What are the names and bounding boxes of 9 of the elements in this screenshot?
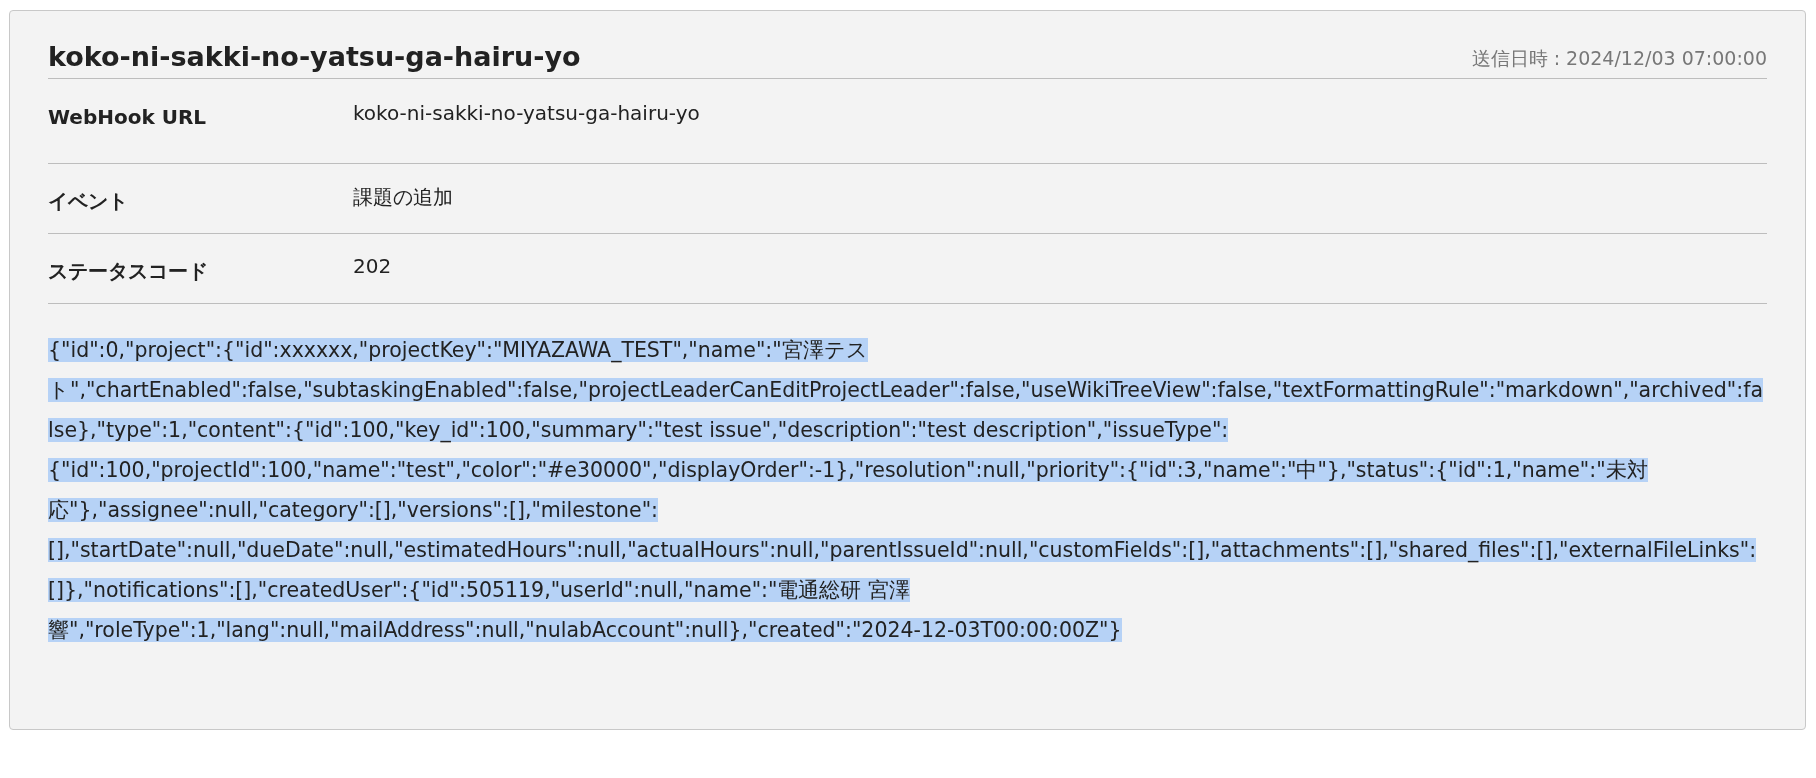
payload-text: {"id":0,"project":{"id":xxxxxx,"projectKey":"MIYAZAWA_TEST","name":"宮澤テスト","chartEnabled":false,"subtaskingEnabled":false,"projectLeaderCanEditProjectLeader":false,"useWikiTreeView":false,"textFormattingRule":"markdown","archived":false},"type":1,"content":{"id":100,"key_id":100,"summary":"test issue","description":"test description","issueType":{"id":100,"projectId":100,"name":"test","color":"#e30000","displayOrder":-1},"resolution":null,"priority":{"id":3,"name":"中"},"status":{"id":1,"name":"未対応"},"assignee":null,"category":[],"versions":[],"milestone":[],"startDate":null,"dueDate":null,"estimatedHours":null,"actualHours":null,"parentIssueId":null,"customFields":[],"attachments":[],"shared_files":[],"externalFileLinks":[]},"notifications":[],"createdUser":{"id":505119,"userId":null,"name":"電通総研 宮澤響","roleType":1,"lang":null,"mailAddress":null,"nulabAccount":null},"created":"2024-12-03T00:00:00Z"} [48, 337, 1764, 644]
field-value: koko-ni-sakki-no-yatsu-ga-hairu-yo [353, 101, 700, 127]
field-value: 202 [353, 254, 392, 280]
field-value: 課題の追加 [353, 184, 453, 211]
field-label: WebHook URL [48, 104, 208, 131]
webhook-title: koko-ni-sakki-no-yatsu-ga-hairu-yo [48, 41, 581, 72]
field-label: ステータスコード [48, 258, 209, 285]
sent-time: 送信日時 : 2024/12/03 07:00:00 [1471, 46, 1767, 71]
field-label: イベント [48, 188, 129, 215]
